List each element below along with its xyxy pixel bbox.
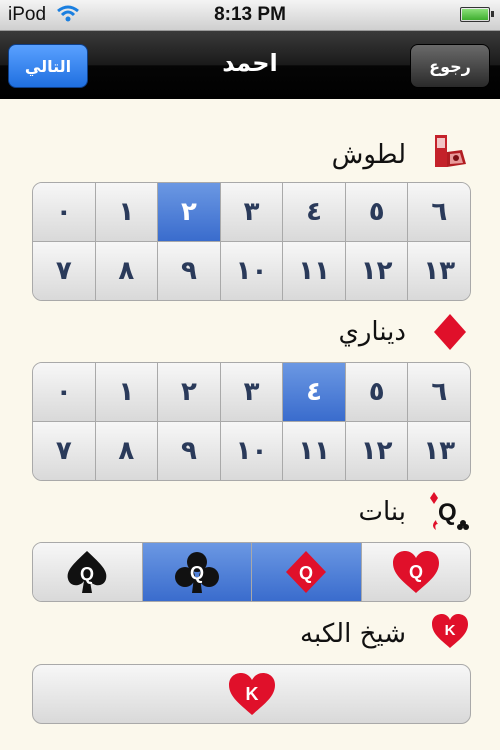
section-title-king: شيخ الكبه [300,619,406,649]
count-8[interactable]: ٨ [94,422,158,480]
count-5[interactable]: ٥ [344,183,408,241]
diamonds-count-grid: ٠ ١ ٢ ٣ ٤ ٥ ٦ ٧ ٨ ٩ ١٠ ١١ ١٢ ١٣ [32,362,471,481]
queen-of-diamonds-icon: Q [286,551,327,593]
queen-of-clubs-option[interactable]: Q [141,543,251,601]
count-11[interactable]: ١١ [282,242,345,300]
count-12[interactable]: ١٢ [344,422,408,480]
count-1[interactable]: ١ [94,363,158,421]
queen-rank-label: Q [299,563,313,583]
count-9[interactable]: ٩ [157,242,220,300]
count-10[interactable]: ١٠ [219,242,283,300]
queen-of-diamonds-option[interactable]: Q [251,543,361,601]
count-0[interactable]: ٠ [33,363,95,421]
count-6[interactable]: ٦ [407,363,470,421]
status-bar: iPod 8:13 PM [0,0,500,31]
grid-row: ٠ ١ ٢ ٣ ٤ ٥ ٦ [33,183,470,241]
section-title-queens: بنات [358,497,406,527]
section-title-diamonds: ديناري [338,317,407,347]
count-6[interactable]: ٦ [407,183,470,241]
king-icon-rank-label: K [445,622,456,639]
queen-of-spades-option[interactable]: Q [33,543,142,601]
count-3[interactable]: ٣ [219,363,283,421]
count-8[interactable]: ٨ [94,242,158,300]
grid-row: ٧ ٨ ٩ ١٠ ١١ ١٢ ١٣ [33,241,470,300]
count-5[interactable]: ٥ [344,363,408,421]
queen-of-clubs-icon: Q [174,552,219,593]
count-7[interactable]: ٧ [33,242,95,300]
king-of-hearts-button[interactable]: K [32,664,471,724]
count-4[interactable]: ٤ [282,183,345,241]
count-12[interactable]: ١٢ [344,242,408,300]
queen-rank-label: Q [80,564,94,584]
clock: 8:13 PM [214,4,286,25]
count-1[interactable]: ١ [94,183,158,241]
queens-selector: Q Q Q Q [32,542,471,602]
count-7[interactable]: ٧ [33,422,95,480]
svg-text:Q: Q [438,499,457,526]
grid-row: ٠ ١ ٢ ٣ ٤ ٥ ٦ [33,363,470,421]
count-4-selected[interactable]: ٤ [282,363,345,421]
section-title-lutoosh: لطوش [331,140,406,170]
queens-icon: Q [428,490,470,536]
lutoosh-icon [432,132,470,174]
king-of-hearts-card-icon: K [228,673,275,715]
queen-rank-label: Q [409,562,423,582]
count-13[interactable]: ١٣ [407,242,470,300]
count-3[interactable]: ٣ [219,183,283,241]
queen-of-spades-icon: Q [67,551,107,593]
navigation-bar: التالي احمد رجوع [0,31,500,99]
count-10[interactable]: ١٠ [219,422,283,480]
count-0[interactable]: ٠ [33,183,95,241]
battery-icon [460,7,494,22]
grid-row: ٧ ٨ ٩ ١٠ ١١ ١٢ ١٣ [33,421,470,480]
count-2-selected[interactable]: ٢ [157,183,220,241]
queen-of-hearts-icon: Q [392,551,439,593]
king-of-hearts-icon: K [430,612,470,654]
count-9[interactable]: ٩ [157,422,220,480]
back-button[interactable]: رجوع [410,44,490,88]
queen-rank-label: Q [190,563,204,583]
count-13[interactable]: ١٣ [407,422,470,480]
count-2[interactable]: ٢ [157,363,220,421]
king-rank-label: K [245,684,258,704]
lutoosh-count-grid: ٠ ١ ٢ ٣ ٤ ٥ ٦ ٧ ٨ ٩ ١٠ ١١ ١٢ ١٣ [32,182,471,301]
queen-of-hearts-option[interactable]: Q [360,543,470,601]
diamond-icon [432,312,468,356]
count-11[interactable]: ١١ [282,422,345,480]
